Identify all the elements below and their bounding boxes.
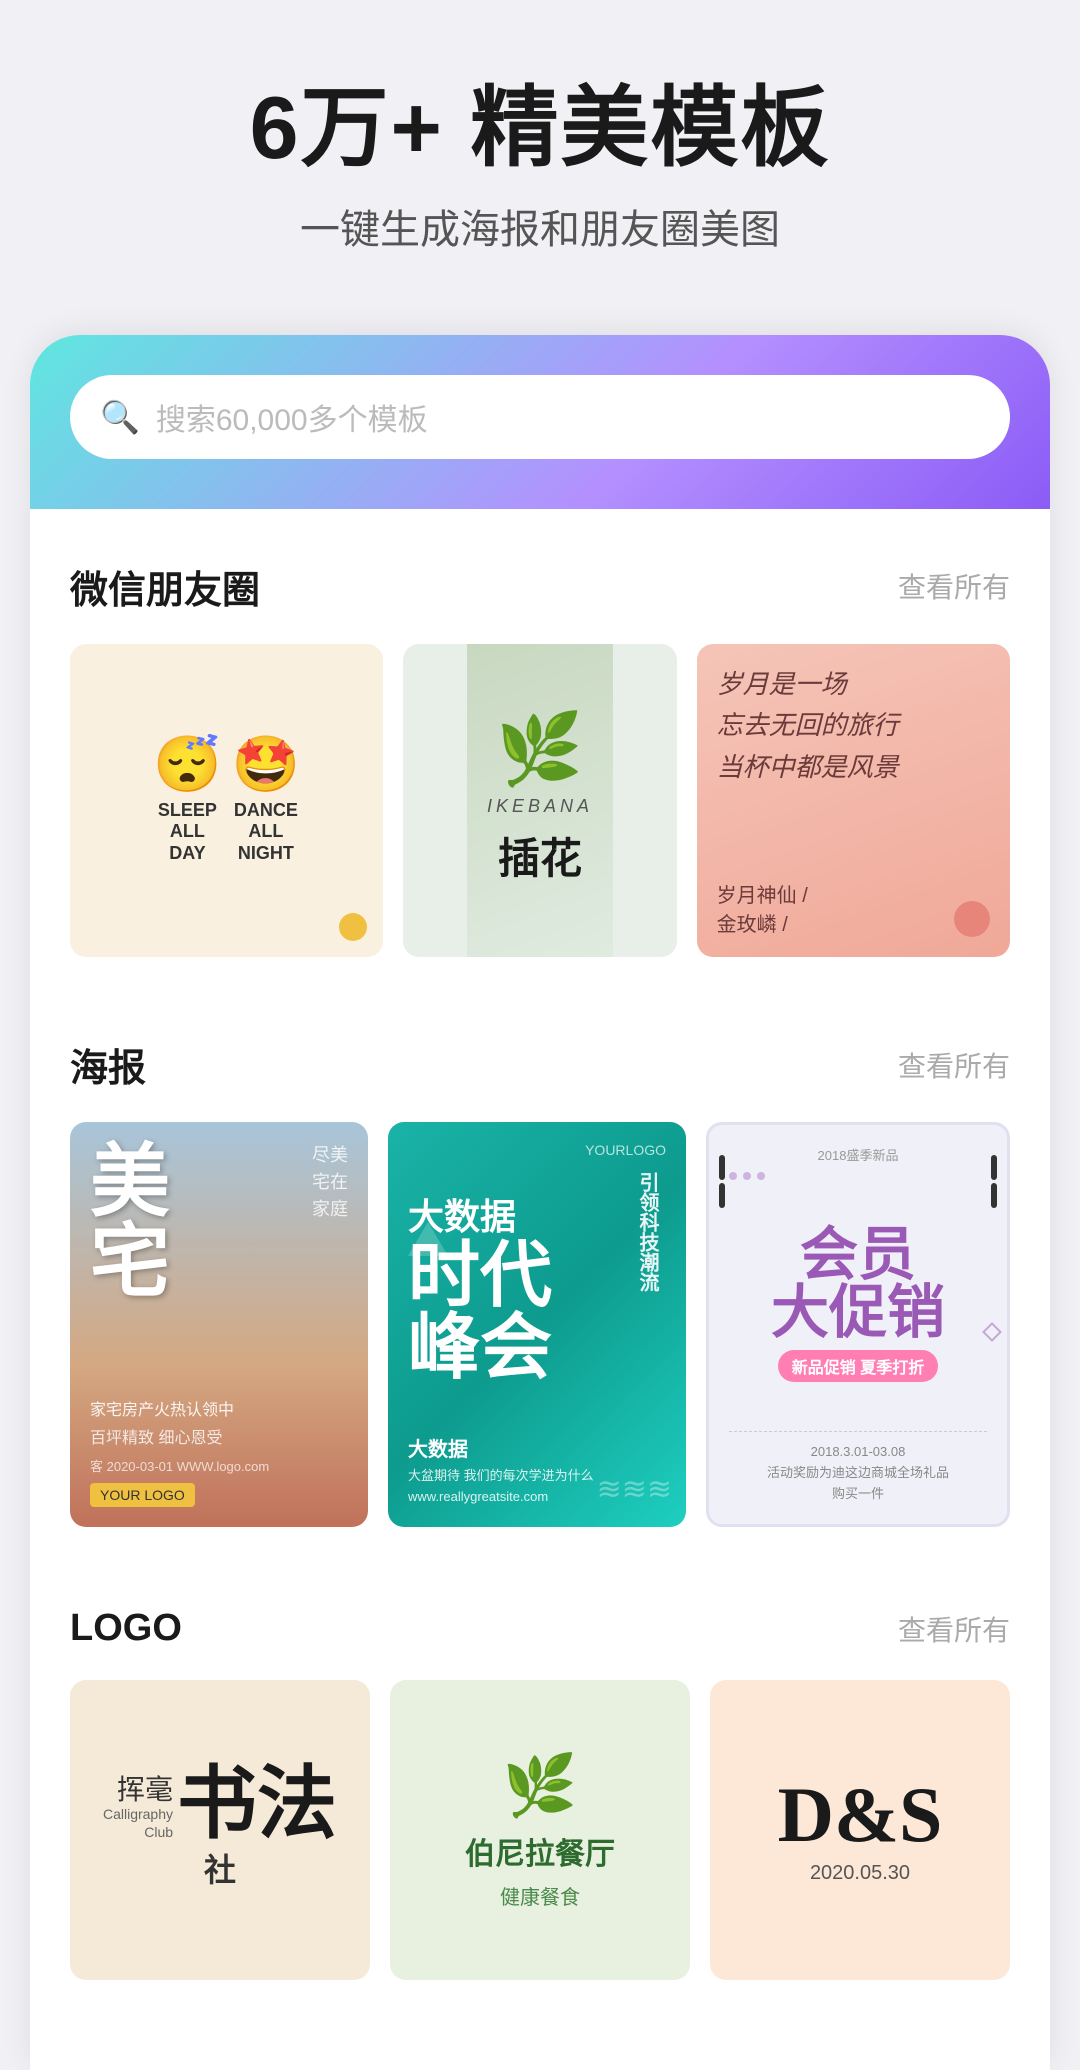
poster-card-member[interactable]: 2018盛季新品: [706, 1122, 1010, 1527]
restaurant-name: 伯尼拉餐厅: [465, 1829, 615, 1873]
logo-card-restaurant[interactable]: 🌿 伯尼拉餐厅 健康餐食: [390, 1680, 690, 1980]
sleep-face-icon: 😴: [153, 737, 221, 792]
meizhai-date: 客 2020-03-01 WWW.logo.com: [90, 1456, 348, 1475]
huihao: 挥毫: [103, 1777, 173, 1805]
ds-content: D&S 2020.05.30: [778, 1700, 943, 1960]
logo-section: LOGO 查看所有 挥毫 CalligraphyClub 书法 社: [30, 1557, 1050, 2010]
yellow-badge: [339, 913, 367, 941]
poster2-event: 大数据: [408, 1433, 666, 1462]
poster1-top: 美宅 尽美宅在家庭: [90, 1142, 348, 1302]
search-placeholder[interactable]: 搜索60,000多个模板: [156, 395, 980, 439]
poster-section-title: 海报: [70, 1037, 146, 1092]
leaves-icon: 🌿: [496, 714, 583, 784]
calligraphy-content: 挥毫 CalligraphyClub 书法 社: [103, 1700, 337, 1960]
meizhai-big-text: 美宅: [90, 1142, 170, 1302]
meizhai-bottom-text: 家宅房产火热认领中: [90, 1396, 348, 1420]
search-header: 🔍 搜索60,000多个模板: [30, 335, 1050, 509]
poster-section-header: 海报 查看所有: [70, 1037, 1010, 1092]
restaurant-content: 🌿 伯尼拉餐厅 健康餐食: [465, 1700, 615, 1960]
member-big-text: 会员大促销: [771, 1226, 945, 1342]
ds-date: 2020.05.30: [810, 1862, 910, 1885]
she-char: 社: [204, 1845, 236, 1891]
dots-deco-top: [729, 1172, 987, 1180]
logo-view-all[interactable]: 查看所有: [898, 1609, 1010, 1649]
hero-title: 6万+ 精美模板: [60, 80, 1020, 177]
fenghui: 峰会: [408, 1312, 666, 1384]
logo-section-header: LOGO 查看所有: [70, 1607, 1010, 1650]
member-tag: 新品促销 夏季打折: [778, 1350, 938, 1382]
poem-text: 岁月是一场 忘去无回的旅行 当杯中都是风景: [717, 664, 990, 789]
search-icon: 🔍: [100, 398, 140, 436]
poster-card-bigdata[interactable]: YOURLOGO 引领科技潮流 大数据 时代 峰会 大数据 大盆期待 我们的每次…: [388, 1122, 686, 1527]
ds-text: D&S: [778, 1776, 943, 1854]
poster1-bottom: 家宅房产火热认领中 百坪精致 细心恩受 客 2020-03-01 WWW.log…: [90, 1396, 348, 1507]
club-en: CalligraphyClub: [103, 1805, 173, 1841]
wechat-card-poem[interactable]: 岁月是一场 忘去无回的旅行 当杯中都是风景 岁月神仙 /金玫嶙 /: [697, 644, 1010, 957]
dot2: [743, 1172, 751, 1180]
wechat-view-all[interactable]: 查看所有: [898, 566, 1010, 606]
sleep-text: SLEEPALLDAY: [158, 800, 217, 865]
poster2-big-title: 时代 峰会: [408, 1240, 666, 1384]
wechat-section: 微信朋友圈 查看所有 😴 SLEEPALLDAY 🤩 DANCEALLNIGHT: [30, 509, 1050, 987]
page-root: 6万+ 精美模板 一键生成海报和朋友圈美图 🔍 搜索60,000多个模板 微信朋…: [0, 0, 1080, 2070]
calligraphy-right-text: 挥毫 CalligraphyClub: [103, 1777, 173, 1841]
logo-cards-row: 挥毫 CalligraphyClub 书法 社 🌿 伯尼拉餐厅 健康餐食: [70, 1680, 1010, 1980]
poem-author: 岁月神仙 /金玫嶙 /: [717, 879, 808, 937]
wave-deco: ≋≋≋: [597, 1472, 672, 1507]
ikebana-en: IKEBANA: [487, 796, 593, 817]
poster2-your-logo: YOURLOGO: [408, 1142, 666, 1158]
poster-section: 海报 查看所有 美宅 尽美宅在家庭 家宅房产火热认领中 百坪精致 细心恩受 客 …: [30, 987, 1050, 1557]
sleep-dance-content: 😴 SLEEPALLDAY 🤩 DANCEALLNIGHT: [90, 737, 363, 865]
app-card: 🔍 搜索60,000多个模板 微信朋友圈 查看所有 😴 SLEEPALLDAY: [30, 335, 1050, 2070]
dance-col: 🤩 DANCEALLNIGHT: [232, 737, 300, 865]
dot1: [729, 1172, 737, 1180]
search-bar[interactable]: 🔍 搜索60,000多个模板: [70, 375, 1010, 459]
wechat-section-title: 微信朋友圈: [70, 559, 260, 614]
wechat-card-ikebana[interactable]: 🌿 IKEBANA 插花: [403, 644, 676, 957]
poem-bottom: 岁月神仙 /金玫嶙 /: [717, 879, 990, 937]
poster-card-meizhai[interactable]: 美宅 尽美宅在家庭 家宅房产火热认领中 百坪精致 细心恩受 客 2020-03-…: [70, 1122, 368, 1527]
meizhai-sub: 百坪精致 细心恩受: [90, 1424, 348, 1448]
sleep-col: 😴 SLEEPALLDAY: [153, 737, 221, 865]
dance-face-icon: 🤩: [232, 737, 300, 792]
shufa-big: 书法: [177, 1769, 337, 1841]
wechat-cards-row: 😴 SLEEPALLDAY 🤩 DANCEALLNIGHT 🌿: [70, 644, 1010, 957]
poster-cards-row: 美宅 尽美宅在家庭 家宅房产火热认领中 百坪精致 细心恩受 客 2020-03-…: [70, 1122, 1010, 1527]
triangle-deco: [408, 1222, 448, 1256]
dance-text: DANCEALLNIGHT: [234, 800, 298, 865]
poster2-subtitle-vert: 引领科技潮流: [633, 1172, 662, 1292]
logo-section-title: LOGO: [70, 1607, 182, 1650]
dot3: [757, 1172, 765, 1180]
restaurant-sub: 健康餐食: [500, 1881, 580, 1910]
poster-view-all[interactable]: 查看所有: [898, 1045, 1010, 1085]
poster3-bottom: 2018.3.01-03.08 活动奖励为迪这边商城全场礼品 购买一件: [729, 1431, 987, 1504]
ikebana-cn: 插花: [498, 825, 582, 886]
logo-card-calligraphy[interactable]: 挥毫 CalligraphyClub 书法 社: [70, 1680, 370, 1980]
poster3-top-label: 2018盛季新品: [729, 1145, 987, 1164]
wechat-section-header: 微信朋友圈 查看所有: [70, 559, 1010, 614]
meizhai-side-text: 尽美宅在家庭: [312, 1142, 348, 1302]
calligraphy-main: 挥毫 CalligraphyClub 书法: [103, 1769, 337, 1841]
bar-deco-left: [719, 1155, 725, 1208]
hero-section: 6万+ 精美模板 一键生成海报和朋友圈美图: [0, 0, 1080, 295]
pink-circle-deco: [954, 901, 990, 937]
your-logo-badge: YOUR LOGO: [90, 1483, 195, 1507]
logo-card-ds[interactable]: D&S 2020.05.30: [710, 1680, 1010, 1980]
poster3-details: 2018.3.01-03.08 活动奖励为迪这边商城全场礼品 购买一件: [729, 1442, 987, 1504]
wechat-card-sleep-dance[interactable]: 😴 SLEEPALLDAY 🤩 DANCEALLNIGHT: [70, 644, 383, 957]
poster1-spacer: [90, 1302, 348, 1396]
bar-deco-right: [991, 1155, 997, 1208]
poster3-main: 会员大促销 新品促销 夏季打折: [729, 1186, 987, 1421]
leaf-icon: 🌿: [503, 1750, 578, 1821]
hero-subtitle: 一键生成海报和朋友圈美图: [60, 197, 1020, 255]
ikebana-bg: 🌿 IKEBANA 插花: [467, 644, 613, 957]
